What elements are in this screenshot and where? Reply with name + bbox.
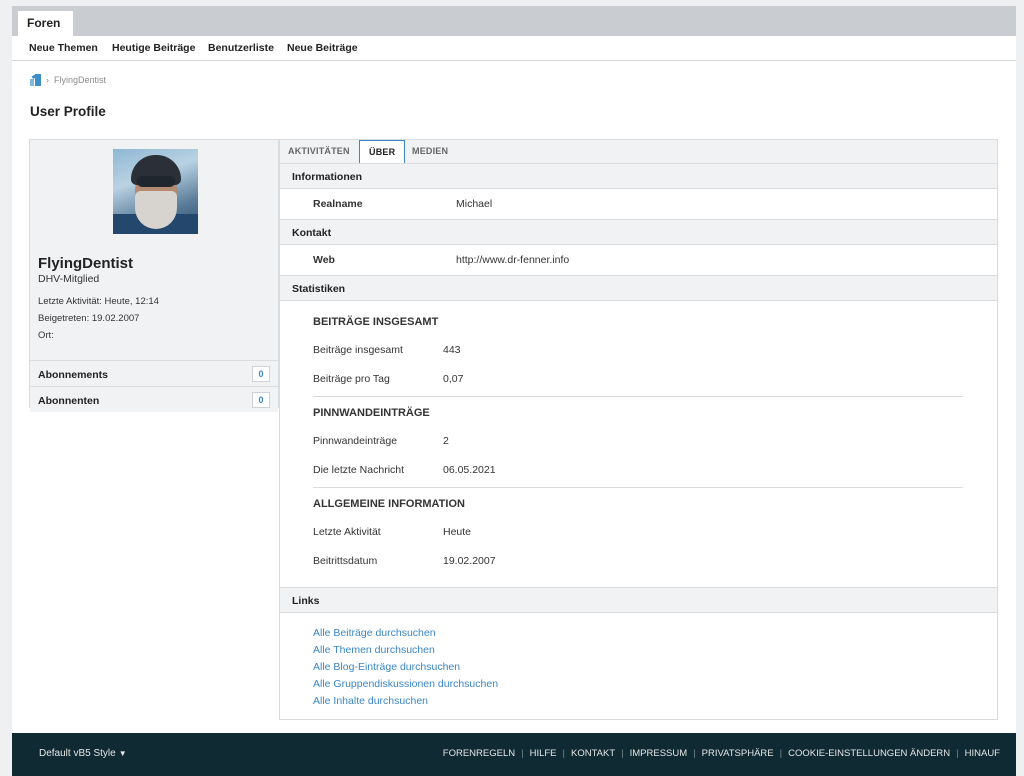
- section-kontakt: Kontakt: [280, 219, 997, 245]
- page-container: Foren Neue Themen Heutige Beiträge Benut…: [12, 6, 1016, 776]
- breadcrumb-current: FlyingDentist: [54, 75, 107, 85]
- general-heading: ALLGEMEINE INFORMATION: [313, 498, 465, 510]
- footer-link-privatsphaere[interactable]: PRIVATSPHÄRE: [702, 748, 774, 759]
- sub-nav: Neue Themen Heutige Beiträge Benutzerlis…: [12, 36, 1016, 61]
- web-label: Web: [313, 254, 335, 266]
- subnav-neue-beitraege[interactable]: Neue Beiträge: [287, 42, 358, 54]
- link-search-threads[interactable]: Alle Themen durchsuchen: [313, 644, 435, 656]
- posts-heading: BEITRÄGE INSGESAMT: [313, 316, 439, 328]
- section-statistiken: Statistiken: [280, 275, 997, 301]
- footer-link-kontakt[interactable]: KONTAKT: [571, 748, 615, 759]
- footer-link-forenregeln[interactable]: FORENREGELN: [443, 748, 515, 759]
- link-search-group[interactable]: Alle Gruppendiskussionen durchsuchen: [313, 678, 498, 690]
- footer-link-cookie-settings[interactable]: COOKIE-EINSTELLUNGEN ÄNDERN: [788, 748, 950, 759]
- breadcrumb: › FlyingDentist: [30, 73, 106, 87]
- profile-location: Ort:: [38, 330, 54, 341]
- link-search-all[interactable]: Alle Inhalte durchsuchen: [313, 695, 428, 707]
- section-informationen-title: Informationen: [292, 171, 362, 183]
- last-message-label: Die letzte Nachricht: [313, 464, 405, 476]
- separator: |: [779, 748, 783, 759]
- tab-aktivitaeten[interactable]: AKTIVITÄTEN: [288, 146, 350, 156]
- section-kontakt-title: Kontakt: [292, 227, 332, 239]
- posts-total-label: Beiträge insgesamt: [313, 344, 403, 356]
- section-links-title: Links: [292, 595, 320, 607]
- subnav-benutzerliste[interactable]: Benutzerliste: [208, 42, 274, 54]
- section-links: Links: [280, 587, 997, 613]
- separator: |: [521, 748, 524, 759]
- profile-username: FlyingDentist: [38, 255, 134, 272]
- separator: |: [621, 748, 624, 759]
- last-activity-label: Letzte Aktivität: [313, 526, 381, 538]
- top-nav-bar: Foren: [12, 6, 1016, 36]
- subscriptions-count-badge: 0: [252, 366, 270, 382]
- separator: |: [562, 748, 565, 759]
- subscriptions-row[interactable]: Abonnements 0: [30, 360, 278, 386]
- divider: [313, 396, 963, 397]
- subscribers-count-badge: 0: [252, 392, 270, 408]
- wall-heading: PINNWANDEINTRÄGE: [313, 407, 430, 419]
- style-selector[interactable]: Default vB5 Style ▼: [39, 748, 127, 759]
- subscribers-row[interactable]: Abonnenten 0: [30, 386, 278, 412]
- link-search-blog[interactable]: Alle Blog-Einträge durchsuchen: [313, 661, 460, 673]
- triangle-down-icon: ▼: [118, 749, 127, 758]
- avatar: [113, 149, 198, 234]
- profile-main-panel: AKTIVITÄTEN ÜBER MEDIEN Informationen Re…: [279, 139, 998, 720]
- wall-label: Pinnwandeinträge: [313, 435, 398, 447]
- web-value[interactable]: http://www.dr-fenner.info: [456, 254, 569, 266]
- posts-total-value: 443: [443, 344, 461, 356]
- footer-link-hilfe[interactable]: HILFE: [530, 748, 557, 759]
- subscribers-label: Abonnenten: [38, 395, 100, 407]
- posts-per-day-value: 0,07: [443, 373, 464, 385]
- tab-foren[interactable]: Foren: [18, 11, 73, 36]
- last-message-value: 06.05.2021: [443, 464, 496, 476]
- subnav-neue-themen[interactable]: Neue Themen: [29, 42, 98, 54]
- separator: |: [693, 748, 696, 759]
- home-icon[interactable]: [30, 73, 41, 86]
- wall-value: 2: [443, 435, 449, 447]
- style-selector-label: Default vB5 Style: [39, 748, 116, 759]
- subnav-heutige-beitraege[interactable]: Heutige Beiträge: [112, 42, 195, 54]
- separator: |: [956, 748, 959, 759]
- footer-link-impressum[interactable]: IMPRESSUM: [630, 748, 688, 759]
- subscriptions-label: Abonnements: [38, 369, 109, 381]
- section-statistiken-title: Statistiken: [292, 283, 346, 295]
- realname-label: Realname: [313, 198, 363, 210]
- profile-tabs: AKTIVITÄTEN ÜBER MEDIEN: [280, 140, 997, 164]
- footer-link-hinauf[interactable]: HINAUF: [965, 748, 1000, 759]
- section-informationen: Informationen: [280, 163, 997, 189]
- chevron-right-icon: ›: [46, 75, 49, 85]
- page-title: User Profile: [30, 104, 106, 119]
- link-search-posts[interactable]: Alle Beiträge durchsuchen: [313, 627, 436, 639]
- posts-per-day-label: Beiträge pro Tag: [313, 373, 390, 385]
- join-date-value: 19.02.2007: [443, 555, 496, 567]
- realname-value: Michael: [456, 198, 493, 210]
- footer-links: FORENREGELN | HILFE | KONTAKT | IMPRESSUM | PRIV…: [443, 748, 1000, 759]
- join-date-label: Beitrittsdatum: [313, 555, 378, 567]
- divider: [313, 487, 963, 488]
- profile-last-activity: Letzte Aktivität: Heute, 12:14: [38, 296, 159, 307]
- tab-medien[interactable]: MEDIEN: [412, 146, 448, 156]
- profile-joined: Beigetreten: 19.02.2007: [38, 313, 140, 324]
- last-activity-value: Heute: [443, 526, 472, 538]
- footer: Default vB5 Style ▼ FORENREGELN | HILFE | KON…: [12, 733, 1016, 776]
- profile-role: DHV-Mitglied: [38, 273, 100, 285]
- tab-ueber[interactable]: ÜBER: [359, 140, 406, 164]
- profile-card: FlyingDentist DHV-Mitglied Letzte Aktivi…: [29, 139, 279, 412]
